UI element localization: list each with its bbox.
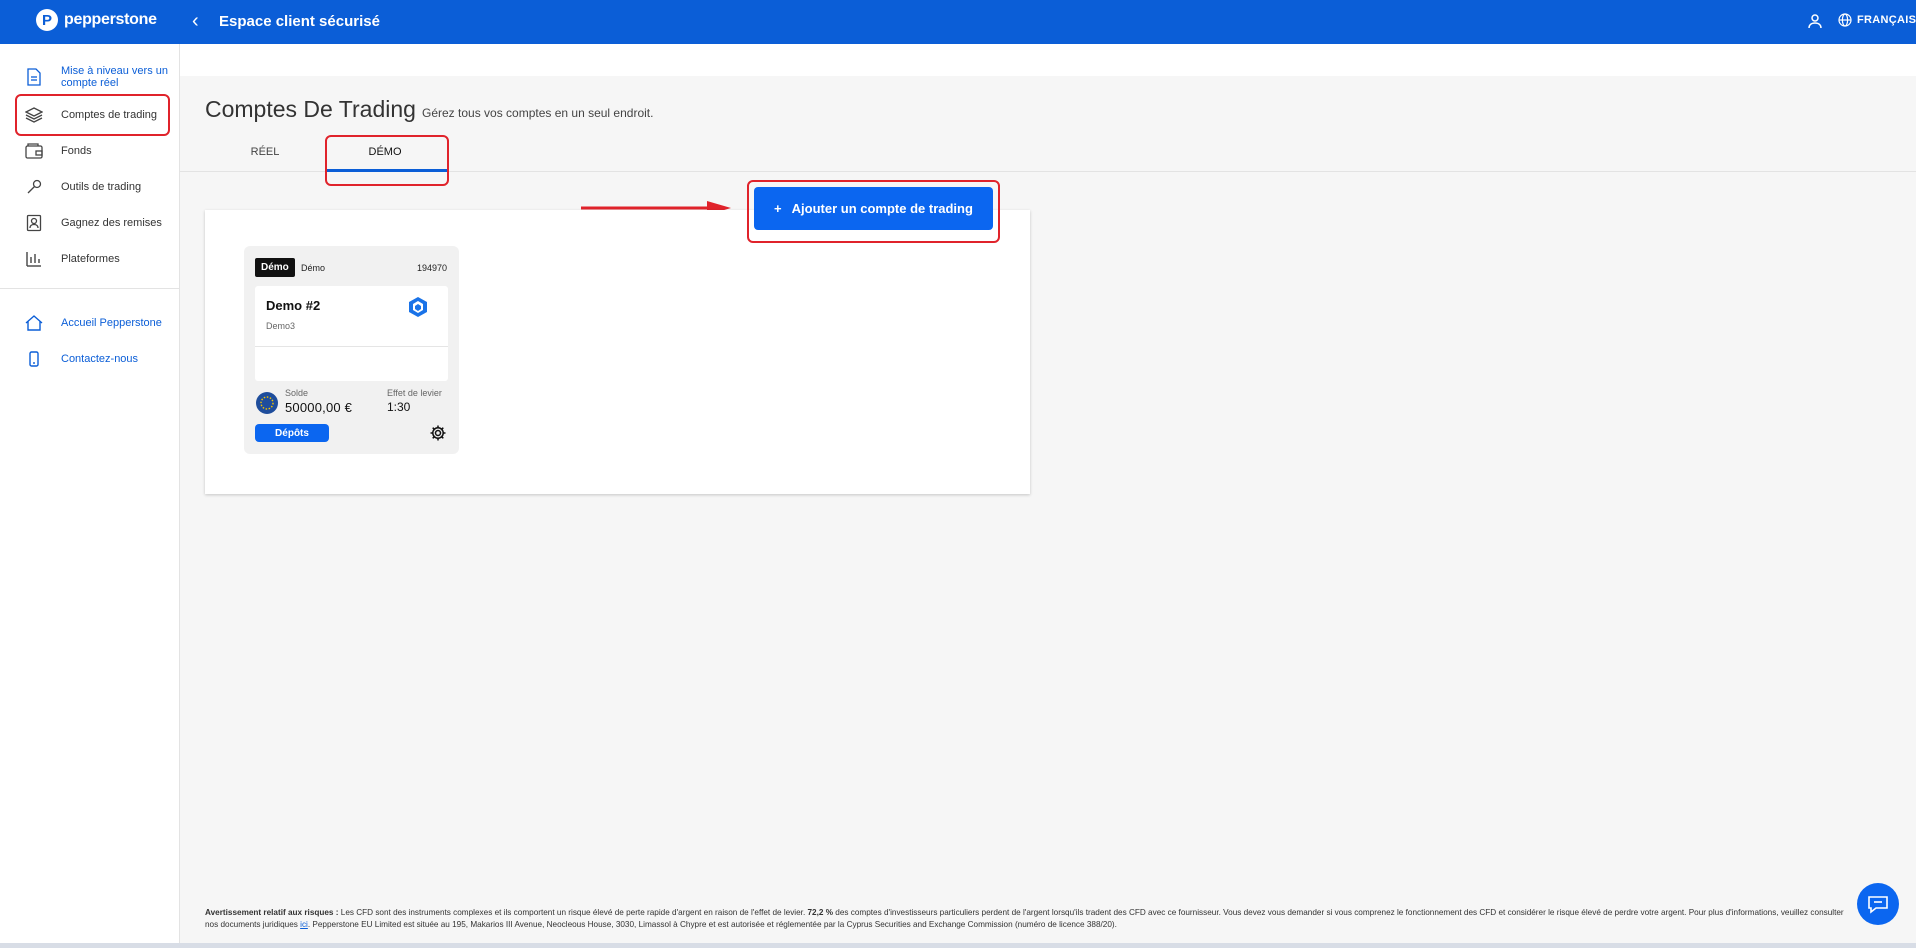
sidebar-item-rebates[interactable]: Gagnez des remises bbox=[16, 214, 162, 232]
pepperstone-logo-icon: P bbox=[36, 9, 58, 31]
annotation-highlight-sidebar bbox=[15, 94, 170, 136]
sidebar-item-label: Plateformes bbox=[61, 253, 120, 265]
globe-icon bbox=[1838, 13, 1852, 27]
bottom-scrollbar[interactable] bbox=[0, 943, 1916, 948]
card-divider bbox=[255, 346, 448, 347]
deposit-button[interactable]: Dépôts bbox=[255, 424, 329, 442]
balance-value: 50000,00 € bbox=[285, 400, 353, 415]
language-label: FRANÇAIS bbox=[1857, 14, 1916, 26]
account-card[interactable]: Démo Démo 194970 Demo #2 Demo3 Solde 500… bbox=[244, 246, 459, 454]
chat-icon bbox=[1868, 896, 1888, 914]
risk-warning-text-1: Les CFD sont des instruments complexes e… bbox=[338, 908, 808, 917]
risk-percentage: 72,2 % bbox=[807, 908, 834, 917]
sidebar-item-label: Mise à niveau vers un compte réel bbox=[61, 65, 168, 89]
account-type: Démo bbox=[301, 263, 326, 273]
top-header: P pepperstone ‹ Espace client sécurisé F… bbox=[0, 0, 1916, 44]
header-title: Espace client sécurisé bbox=[219, 13, 380, 30]
leverage-value: 1:30 bbox=[387, 400, 411, 414]
leverage-label: Effet de levier bbox=[387, 388, 442, 398]
sidebar-link-label: Contactez-nous bbox=[61, 353, 139, 365]
sidebar-divider bbox=[0, 288, 180, 289]
document-icon bbox=[25, 68, 43, 86]
tool-icon bbox=[25, 178, 43, 196]
wallet-icon bbox=[25, 142, 43, 160]
sidebar-item-trading-tools[interactable]: Outils de trading bbox=[16, 178, 141, 196]
user-icon[interactable] bbox=[1807, 13, 1823, 29]
phone-icon bbox=[25, 350, 43, 368]
balance-label: Solde bbox=[285, 388, 309, 398]
sidebar-item-funds[interactable]: Fonds bbox=[16, 142, 92, 160]
chat-button[interactable] bbox=[1857, 883, 1899, 925]
eu-flag-icon bbox=[256, 392, 278, 414]
sidebar-item-upgrade[interactable]: Mise à niveau vers un compte réel bbox=[16, 65, 168, 89]
account-badge: Démo bbox=[255, 258, 295, 277]
sidebar-link-contact[interactable]: Contactez-nous bbox=[16, 350, 138, 368]
page-subtitle: Gérez tous vos comptes en un seul endroi… bbox=[422, 106, 654, 120]
risk-warning: Avertissement relatif aux risques : Les … bbox=[205, 907, 1855, 931]
annotation-highlight-tab bbox=[325, 135, 449, 186]
risk-warning-title: Avertissement relatif aux risques : bbox=[205, 908, 339, 917]
legal-documents-link[interactable]: ici bbox=[300, 920, 308, 929]
tab-real[interactable]: RÉEL bbox=[205, 146, 325, 158]
account-name: Demo #2 bbox=[266, 298, 321, 313]
badge-icon bbox=[25, 214, 43, 232]
sidebar: Mise à niveau vers un compte réel Compte… bbox=[0, 44, 180, 948]
plus-icon: + bbox=[774, 201, 782, 216]
bar-chart-icon bbox=[25, 250, 43, 268]
account-server: Demo3 bbox=[266, 321, 296, 331]
sidebar-item-label: Fonds bbox=[61, 145, 92, 157]
add-button-label: Ajouter un compte de trading bbox=[791, 201, 973, 216]
gear-icon[interactable] bbox=[429, 424, 447, 442]
account-number: 194970 bbox=[416, 263, 447, 273]
page-title: Comptes De Trading bbox=[205, 96, 416, 122]
add-trading-account-button[interactable]: + Ajouter un compte de trading bbox=[754, 187, 993, 230]
pepperstone-logo[interactable]: P pepperstone bbox=[36, 9, 157, 31]
sidebar-item-label: Gagnez des remises bbox=[61, 217, 162, 229]
brand-name: pepperstone bbox=[64, 11, 157, 28]
home-icon bbox=[25, 314, 43, 332]
sidebar-link-label: Accueil Pepperstone bbox=[61, 317, 162, 329]
account-details: Demo #2 Demo3 bbox=[255, 286, 448, 381]
risk-warning-text-3: . Pepperstone EU Limited est située au 1… bbox=[307, 920, 1117, 929]
sidebar-item-label: Outils de trading bbox=[61, 181, 142, 193]
back-chevron-icon[interactable]: ‹ bbox=[192, 10, 199, 33]
language-selector[interactable]: FRANÇAIS bbox=[1838, 13, 1916, 27]
sidebar-link-home[interactable]: Accueil Pepperstone bbox=[16, 314, 162, 332]
metatrader-icon bbox=[409, 297, 427, 317]
sub-header-bar bbox=[180, 44, 1916, 76]
sidebar-item-platforms[interactable]: Plateformes bbox=[16, 250, 120, 268]
